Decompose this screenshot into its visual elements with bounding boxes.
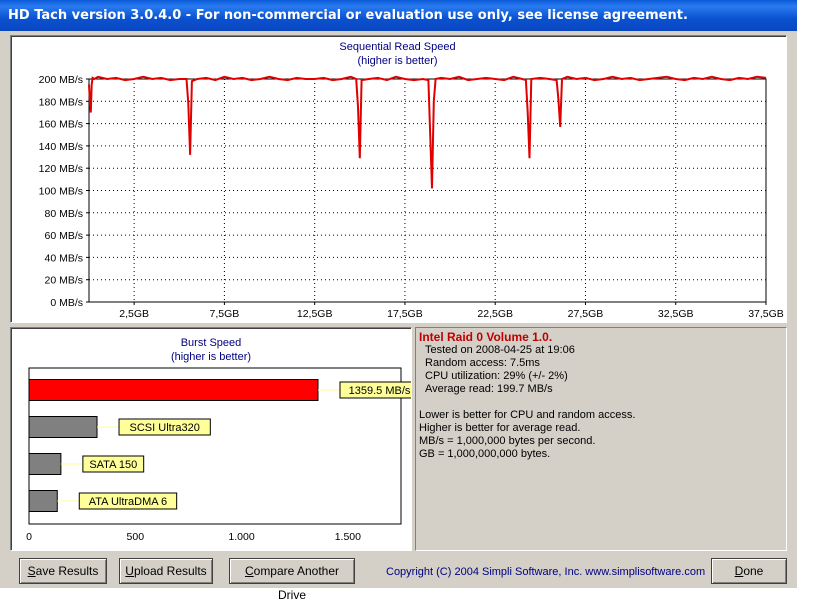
x-tick-label: 22,5GB	[477, 308, 513, 320]
window-title: HD Tach version 3.0.4.0 - For non-commer…	[8, 8, 688, 23]
burst-bar-main	[28, 379, 319, 401]
save-underline: S	[27, 564, 36, 578]
average-read: Average read: 199.7 MB/s	[425, 383, 553, 395]
note-mbs-definition: MB/s = 1,000,000 bytes per second.	[419, 435, 596, 447]
y-tick-label: 20 MB/s	[44, 275, 83, 287]
burst-bar-reference	[28, 416, 98, 438]
compare-drive-button[interactable]: Compare Another Drive	[229, 558, 355, 602]
burst-x-tick-label: 1.000	[228, 531, 254, 543]
y-tick-label: 160 MB/s	[39, 119, 83, 131]
done-underline: D	[734, 564, 744, 578]
compare-underline: C	[244, 564, 254, 578]
note-lower-better: Lower is better for CPU and random acces…	[419, 409, 636, 421]
done-label: one	[743, 564, 764, 578]
burst-label: ATA UltraDMA 6	[89, 496, 167, 508]
y-tick-label: 0 MB/s	[50, 297, 83, 309]
note-higher-better: Higher is better for average read.	[419, 422, 581, 434]
burst-label: SCSI Ultra320	[130, 422, 200, 434]
x-tick-label: 37,5GB	[748, 308, 784, 320]
y-tick-label: 40 MB/s	[44, 252, 83, 264]
save-label: ave Results	[35, 564, 99, 578]
save-results-button[interactable]: Save Results	[19, 558, 107, 584]
x-tick-label: 12,5GB	[297, 308, 333, 320]
y-tick-label: 200 MB/s	[39, 74, 83, 86]
x-tick-label: 7,5GB	[210, 308, 240, 320]
tested-date: Tested on 2008-04-25 at 19:06	[425, 344, 575, 356]
sequential-chart-panel: Sequential Read Speed (higher is better)…	[10, 35, 787, 323]
y-tick-label: 140 MB/s	[39, 141, 83, 153]
upload-label: pload Results	[133, 564, 207, 578]
burst-bar-reference	[28, 453, 62, 475]
burst-label: SATA 150	[89, 459, 137, 471]
sequential-read-chart: 0 MB/s 20 MB/s 40 MB/s 60 MB/s 80 MB/s 100 MB…	[39, 74, 784, 320]
copyright-text: Copyright (C) 2004 Simpli Software, Inc.…	[386, 566, 706, 578]
burst-label: 1359.5 MB/s	[349, 385, 411, 397]
burst-x-tick-label: 1.500	[335, 531, 361, 543]
x-tick-label: 17,5GB	[387, 308, 423, 320]
y-tick-label: 120 MB/s	[39, 163, 83, 175]
title-bar[interactable]: HD Tach version 3.0.4.0 - For non-commer…	[0, 0, 797, 31]
x-tick-label: 2,5GB	[119, 308, 149, 320]
compare-label: ompare Another Drive	[253, 564, 340, 602]
upload-underline: U	[125, 564, 134, 578]
x-tick-label: 27,5GB	[568, 308, 604, 320]
burst-bar-reference	[28, 490, 58, 512]
cpu-utilization: CPU utilization: 29% (+/- 2%)	[425, 370, 568, 382]
burst-chart-panel: Burst Speed (higher is better) 1359.5 MB…	[10, 327, 412, 551]
x-tick-label: 32,5GB	[658, 308, 694, 320]
burst-speed-chart: 1359.5 MB/s SCSI Ultra320 SATA 150 ATA Ultr…	[26, 367, 411, 543]
info-text: Intel Raid 0 Volume 1.0. Tested on 2008-…	[419, 331, 635, 461]
y-tick-label: 100 MB/s	[39, 186, 83, 198]
random-access: Random access: 7.5ms	[425, 357, 540, 369]
upload-results-button[interactable]: Upload Results	[119, 558, 213, 584]
drive-name: Intel Raid 0 Volume 1.0.	[419, 330, 553, 344]
info-panel: Intel Raid 0 Volume 1.0. Tested on 2008-…	[415, 327, 787, 551]
y-tick-label: 80 MB/s	[44, 208, 83, 220]
done-button[interactable]: Done	[711, 558, 787, 584]
y-tick-label: 60 MB/s	[44, 230, 83, 242]
burst-x-tick-label: 500	[127, 531, 145, 543]
y-tick-label: 180 MB/s	[39, 96, 83, 108]
note-gb-definition: GB = 1,000,000,000 bytes.	[419, 448, 551, 460]
app-window: HD Tach version 3.0.4.0 - For non-commer…	[0, 0, 797, 602]
burst-x-tick-label: 0	[26, 531, 32, 543]
